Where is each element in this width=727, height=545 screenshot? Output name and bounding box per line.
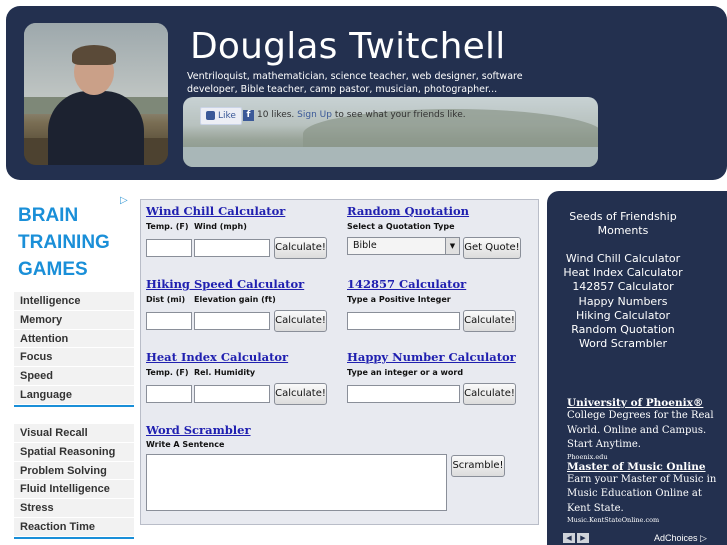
chevron-down-icon: ▼	[445, 238, 459, 254]
sidebar-link[interactable]: Wind Chill Calculator	[547, 252, 699, 266]
ad-list-primary: Intelligence Memory Attention Focus Spee…	[14, 292, 134, 409]
ad-item[interactable]: Visual Recall	[14, 424, 134, 443]
site-tagline: Ventriloquist, mathematician, science te…	[187, 71, 523, 95]
ad-list-secondary: Visual Recall Spatial Reasoning Problem …	[14, 424, 134, 541]
wind-chill-title[interactable]: Wind Chill Calculator	[146, 204, 285, 218]
n142857-calculate-button[interactable]: Calculate!	[463, 310, 516, 332]
ad-title[interactable]: BRAIN TRAINING GAMES	[18, 202, 128, 283]
quotation-type-label: Select a Quotation Type	[347, 222, 455, 231]
ad-url[interactable]: Phoenix.edu	[567, 453, 727, 461]
facebook-like-box: Like f 10 likes. Sign Up to see what you…	[183, 97, 598, 167]
ad-title-link[interactable]: University of Phoenix®	[567, 397, 727, 409]
sidebar-link[interactable]: Hiking Calculator	[547, 309, 699, 323]
adchoices-link[interactable]: AdChoices ▷	[654, 533, 707, 544]
ad-item[interactable]: Fluid Intelligence	[14, 480, 134, 500]
right-sidebar: Seeds of Friendship Moments Wind Chill C…	[547, 191, 727, 545]
heat-index-calculate-button[interactable]: Calculate!	[274, 383, 327, 405]
facebook-icon: f	[243, 110, 254, 121]
ad-item[interactable]: Stress	[14, 499, 134, 518]
random-quotation-title[interactable]: Random Quotation	[347, 204, 469, 218]
sidebar-links: Wind Chill Calculator Heat Index Calcula…	[547, 252, 699, 351]
sidebar-link[interactable]: Random Quotation	[547, 323, 699, 337]
happy-number-title[interactable]: Happy Number Calculator	[347, 350, 516, 364]
heat-index-humidity-label: Rel. Humidity	[194, 368, 256, 377]
hiking-dist-label: Dist (mi)	[146, 295, 186, 304]
sidebar-link[interactable]: Word Scrambler	[547, 337, 699, 351]
seeds-link[interactable]: Seeds of Friendship Moments	[547, 210, 699, 238]
ad-body-text: College Degrees for the Real World. Onli…	[567, 410, 714, 450]
heat-index-temp-input[interactable]	[146, 385, 192, 403]
facebook-like-text: 10 likes. Sign Up to see what your frien…	[257, 110, 466, 120]
wind-chill-wind-label: Wind (mph)	[194, 222, 247, 231]
ad-item[interactable]: Speed	[14, 367, 134, 386]
ad-item[interactable]: Focus	[14, 348, 134, 368]
wind-chill-temp-input[interactable]	[146, 239, 192, 257]
heat-index-humidity-input[interactable]	[194, 385, 270, 403]
n142857-label: Type a Positive Integer	[347, 295, 451, 304]
hiking-speed-title[interactable]: Hiking Speed Calculator	[146, 277, 304, 291]
ad-item[interactable]: Intelligence	[14, 292, 134, 311]
ad-item[interactable]: Memory	[14, 310, 134, 330]
site-title: Douglas Twitchell	[190, 26, 506, 67]
get-quote-button[interactable]: Get Quote!	[463, 237, 521, 259]
happy-number-label: Type an integer or a word	[347, 368, 464, 377]
brain-training-ad[interactable]: ▷ BRAIN TRAINING GAMES Intelligence Memo…	[10, 193, 134, 545]
profile-photo	[24, 23, 168, 165]
happy-number-input[interactable]	[347, 385, 460, 403]
hiking-calculate-button[interactable]: Calculate!	[274, 310, 327, 332]
word-scrambler-title[interactable]: Word Scrambler	[146, 423, 251, 437]
adchoices-icon: ▷	[700, 533, 707, 543]
facebook-like-button[interactable]: Like	[200, 107, 242, 125]
quotation-type-select[interactable]: Bible ▼	[347, 237, 460, 255]
word-scrambler-label: Write A Sentence	[146, 440, 225, 449]
chevron-left-icon[interactable]: ◀	[563, 533, 575, 543]
ad-item[interactable]: Reaction Time	[14, 517, 134, 537]
ad-item[interactable]: Attention	[14, 329, 134, 349]
calculator-panel: Wind Chill Calculator Temp. (F) Wind (mp…	[140, 199, 539, 525]
sidebar-link[interactable]: Happy Numbers	[547, 295, 699, 309]
ad-item[interactable]: Language	[14, 385, 134, 405]
ad-item[interactable]: Problem Solving	[14, 461, 134, 481]
chevron-right-icon[interactable]: ▶	[577, 533, 589, 543]
sidebar-ads: University of Phoenix® College Degrees f…	[567, 397, 727, 524]
ad-divider	[14, 536, 134, 539]
heat-index-temp-label: Temp. (F)	[146, 368, 189, 377]
wind-chill-calculate-button[interactable]: Calculate!	[274, 237, 327, 259]
ad-item[interactable]: Spatial Reasoning	[14, 442, 134, 462]
ad-body-text: Earn your Master of Music in Music Educa…	[567, 473, 717, 514]
sidebar-link[interactable]: Heat Index Calculator	[547, 266, 699, 280]
ad-divider	[14, 404, 134, 407]
facebook-signup-link[interactable]: Sign Up	[297, 110, 332, 120]
heat-index-title[interactable]: Heat Index Calculator	[146, 350, 288, 364]
hiking-elevation-input[interactable]	[194, 312, 270, 330]
ad-url[interactable]: Music.KentStateOnline.com	[567, 516, 727, 524]
ad-title-link[interactable]: Master of Music Online	[567, 461, 727, 473]
scramble-button[interactable]: Scramble!	[451, 455, 505, 477]
sidebar-link[interactable]: 142857 Calculator	[547, 280, 699, 294]
header-banner: Douglas Twitchell Ventriloquist, mathema…	[6, 6, 727, 180]
hiking-elevation-label: Elevation gain (ft)	[194, 295, 276, 304]
thumbs-up-icon	[206, 111, 215, 120]
wind-chill-wind-input[interactable]	[194, 239, 270, 257]
hiking-dist-input[interactable]	[146, 312, 192, 330]
n142857-title[interactable]: 142857 Calculator	[347, 277, 466, 291]
word-scrambler-textarea[interactable]	[146, 454, 447, 511]
happy-number-calculate-button[interactable]: Calculate!	[463, 383, 516, 405]
n142857-input[interactable]	[347, 312, 460, 330]
wind-chill-temp-label: Temp. (F)	[146, 222, 189, 231]
